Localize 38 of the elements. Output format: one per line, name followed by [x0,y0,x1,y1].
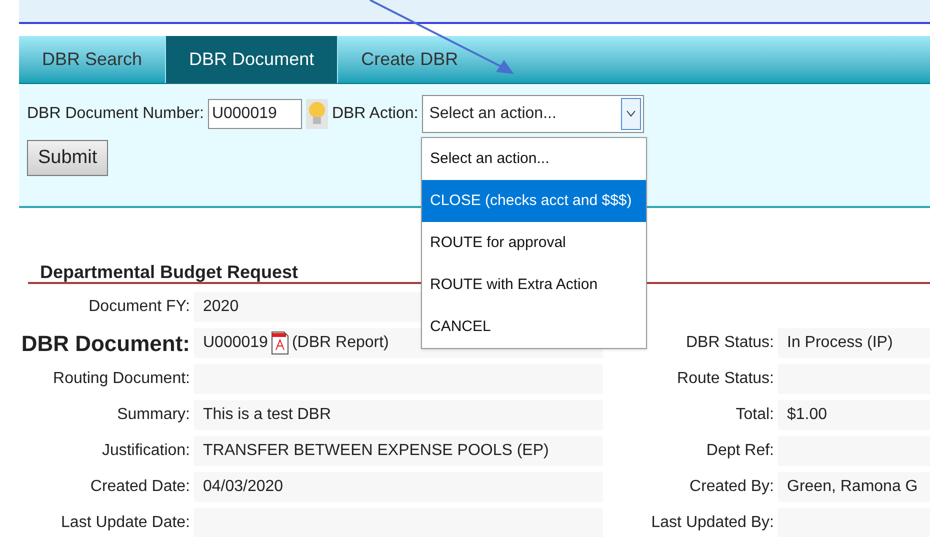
field-value: In Process (IP) [787,333,893,353]
field-label: Last Update Date: [61,513,190,533]
field-value: TRANSFER BETWEEN EXPENSE POOLS (EP) [203,441,549,461]
tab[interactable]: DBR Search [19,36,166,83]
dropdown-option[interactable]: ROUTE with Extra Action [422,264,646,306]
field-value: 2020 [203,297,239,317]
field-label: Total: [736,405,774,425]
tab[interactable]: Create DBR [338,36,482,83]
submit-button[interactable]: Submit [27,140,108,176]
field-label: Created Date: [90,477,190,497]
report-link[interactable]: (DBR Report) [292,331,389,355]
tab[interactable]: DBR Document [165,36,338,83]
document-number-field[interactable]: U000019 [208,99,302,129]
field-label: Created By: [690,477,774,497]
field-value: Green, Ramona G [787,477,918,497]
dropdown-option[interactable]: CLOSE (checks acct and $$$) [422,180,646,222]
chevron-down-icon [621,98,642,130]
dropdown-option[interactable]: ROUTE for approval [422,222,646,264]
field-value: U000019 [203,333,268,353]
pdf-icon[interactable] [270,331,289,355]
field-label: Justification: [102,441,190,461]
field-label: DBR Action: [332,104,418,124]
action-dropdown[interactable]: Select an action... [422,95,644,133]
field-value: 04/03/2020 [203,477,284,497]
dropdown-option[interactable]: Select an action... [422,138,646,180]
field-label: DBR Status: [686,333,774,353]
field-label: DBR Document: [21,330,190,358]
dropdown-option[interactable]: CANCEL [422,306,646,348]
field-label: Document FY: [88,297,190,317]
field-label: Last Updated By: [651,513,774,533]
field-value: $1.00 [787,405,828,425]
field-label: Summary: [117,405,190,425]
field-label: Dept Ref: [706,441,774,461]
section-title: Departmental Budget Request [40,262,298,282]
field-label: Route Status: [677,369,774,389]
field-label: DBR Document Number: [27,104,204,124]
field-label: Routing Document: [53,369,190,389]
field-value: This is a test DBR [203,405,332,425]
